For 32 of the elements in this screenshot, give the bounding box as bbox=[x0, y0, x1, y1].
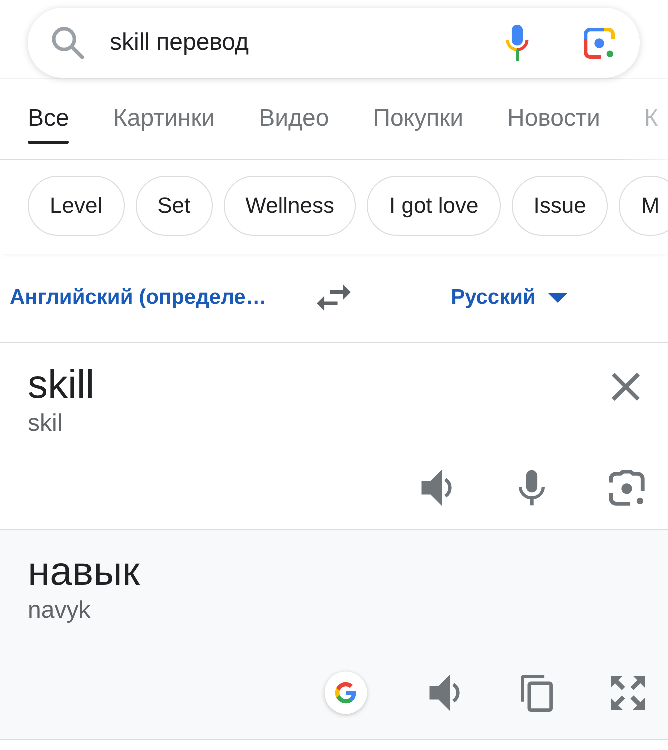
search-query[interactable]: skill перевод bbox=[110, 29, 505, 57]
search-icon[interactable] bbox=[52, 27, 84, 59]
translation-text: навык bbox=[28, 549, 140, 596]
translation-transliteration: navyk bbox=[28, 596, 91, 626]
fullscreen-icon[interactable] bbox=[611, 676, 645, 710]
suggestion-chip[interactable]: I got love bbox=[367, 176, 501, 236]
tab[interactable]: Видео bbox=[259, 79, 330, 159]
caret-icon bbox=[548, 293, 568, 303]
target-language-button[interactable]: Русский bbox=[451, 286, 568, 310]
tab[interactable]: Все bbox=[28, 79, 70, 159]
speaker-icon[interactable] bbox=[428, 675, 463, 711]
suggestion-chip[interactable]: Wellness bbox=[224, 176, 356, 236]
search-bar[interactable]: skill перевод bbox=[28, 8, 640, 78]
source-transliteration: skil bbox=[28, 409, 63, 439]
close-icon[interactable] bbox=[612, 373, 640, 401]
microphone-icon[interactable] bbox=[505, 25, 530, 61]
suggestion-chip[interactable]: Set bbox=[136, 176, 213, 236]
swap-icon[interactable] bbox=[317, 284, 351, 312]
suggestion-chip[interactable]: Level bbox=[28, 176, 125, 236]
tab[interactable]: Покупки bbox=[373, 79, 464, 159]
g-logo-icon[interactable] bbox=[322, 669, 370, 717]
tab[interactable]: Картинки bbox=[113, 79, 216, 159]
tab[interactable]: Новости bbox=[507, 79, 600, 159]
source-text[interactable]: skill bbox=[28, 361, 95, 409]
camera-search-icon[interactable] bbox=[584, 28, 615, 58]
microphone-icon[interactable] bbox=[519, 470, 545, 506]
speaker-icon[interactable] bbox=[420, 470, 455, 506]
camera-search-icon[interactable] bbox=[609, 470, 645, 506]
copy-icon[interactable] bbox=[521, 674, 553, 712]
source-language-button[interactable]: Английский (определе… bbox=[10, 286, 267, 310]
suggestion-chip[interactable]: M bbox=[619, 176, 668, 236]
suggestion-chip[interactable]: Issue bbox=[512, 176, 608, 236]
